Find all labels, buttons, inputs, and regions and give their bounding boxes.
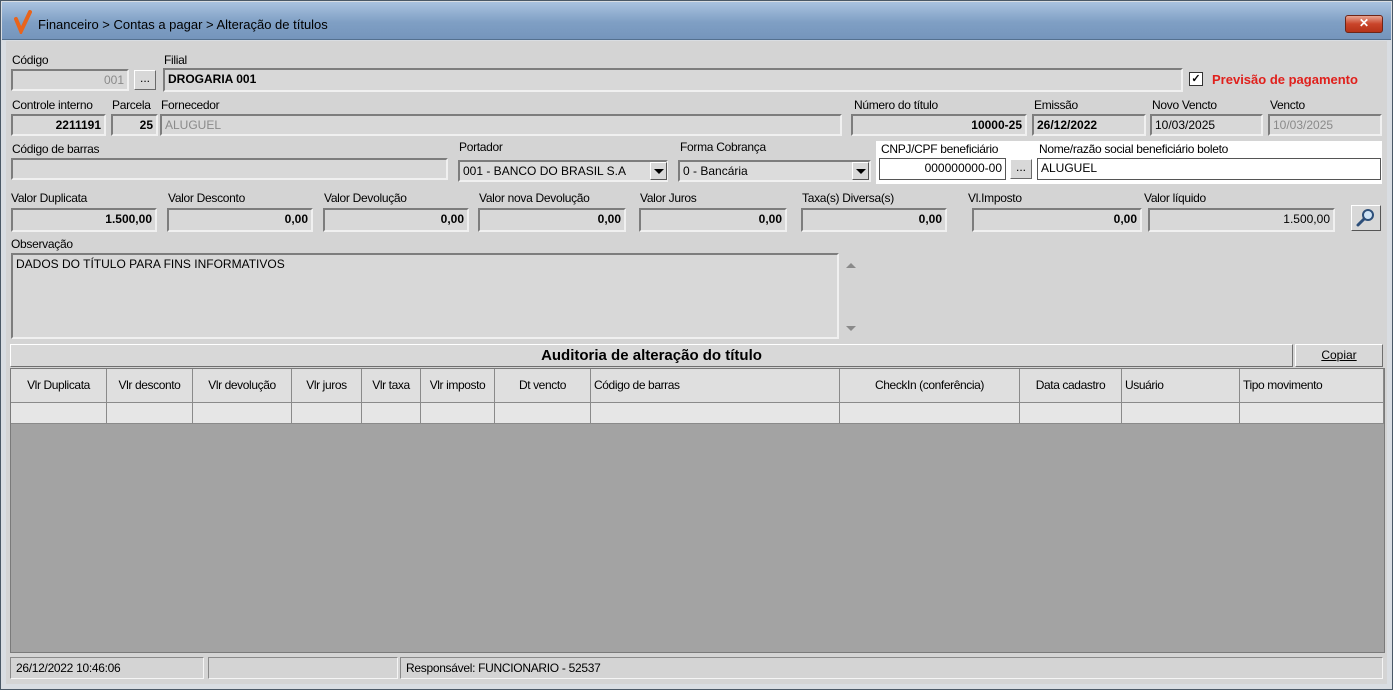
forma-cobranca-dropdown-icon[interactable] bbox=[852, 162, 869, 180]
cnpj-lookup-button[interactable]: ... bbox=[1010, 159, 1032, 179]
table-cell[interactable] bbox=[292, 403, 362, 424]
codigo-lookup-button[interactable]: ... bbox=[134, 70, 156, 90]
cnpj-field[interactable]: 000000000-00 bbox=[879, 158, 1006, 180]
previsao-checkbox[interactable]: ✓ bbox=[1189, 72, 1203, 86]
table-cell[interactable] bbox=[1240, 403, 1384, 424]
table-cell[interactable] bbox=[193, 403, 292, 424]
window-title: Financeiro > Contas a pagar > Alteração … bbox=[38, 17, 328, 32]
valor-nova-devolucao-field[interactable]: 0,00 bbox=[478, 208, 626, 232]
numero-titulo-label: Número do título bbox=[854, 98, 938, 112]
col-header-vlr-imposto[interactable]: Vlr imposto bbox=[421, 369, 495, 403]
controle-interno-label: Controle interno bbox=[12, 98, 93, 112]
parcela-label: Parcela bbox=[112, 98, 151, 112]
valor-duplicata-field[interactable]: 1.500,00 bbox=[11, 208, 157, 232]
table-row[interactable] bbox=[11, 403, 1384, 424]
codigo-barras-field[interactable] bbox=[11, 158, 448, 180]
table-cell[interactable] bbox=[1020, 403, 1122, 424]
portador-label: Portador bbox=[459, 140, 503, 154]
vl-imposto-field[interactable]: 0,00 bbox=[972, 208, 1142, 232]
valor-liquido-field[interactable]: 1.500,00 bbox=[1148, 208, 1335, 232]
beneficiario-panel: CNPJ/CPF beneficiário 000000000-00 ... N… bbox=[876, 141, 1382, 184]
taxas-field[interactable]: 0,00 bbox=[801, 208, 947, 232]
status-responsavel: Responsável: FUNCIONARIO - 52537 bbox=[400, 657, 1383, 679]
valor-duplicata-label: Valor Duplicata bbox=[11, 191, 87, 205]
table-cell[interactable] bbox=[840, 403, 1020, 424]
valor-desconto-label: Valor Desconto bbox=[168, 191, 245, 205]
parcela-field[interactable]: 25 bbox=[111, 114, 158, 136]
status-datetime: 26/12/2022 10:46:06 bbox=[10, 657, 204, 679]
col-header-usuario[interactable]: Usuário bbox=[1122, 369, 1240, 403]
filial-label: Filial bbox=[164, 53, 187, 67]
valor-juros-label: Valor Juros bbox=[640, 191, 697, 205]
valor-nova-devolucao-label: Valor nova Devolução bbox=[479, 191, 590, 205]
col-header-vlr-taxa[interactable]: Vlr taxa bbox=[362, 369, 421, 403]
fornecedor-field[interactable]: ALUGUEL bbox=[160, 114, 842, 136]
cnpj-label: CNPJ/CPF beneficiário bbox=[881, 142, 999, 156]
col-header-tipo-movimento[interactable]: Tipo movimento bbox=[1240, 369, 1384, 403]
audit-title: Auditoria de alteração do título bbox=[10, 344, 1293, 367]
table-cell[interactable] bbox=[362, 403, 421, 424]
novo-vencto-field[interactable]: 10/03/2025 bbox=[1150, 114, 1263, 136]
codigo-barras-label: Código de barras bbox=[12, 142, 100, 156]
title-bar[interactable]: Financeiro > Contas a pagar > Alteração … bbox=[2, 2, 1391, 40]
valor-devolucao-label: Valor Devolução bbox=[324, 191, 407, 205]
valor-devolucao-field[interactable]: 0,00 bbox=[323, 208, 469, 232]
table-cell[interactable] bbox=[11, 403, 107, 424]
table-cell[interactable] bbox=[591, 403, 840, 424]
controle-interno-field[interactable]: 2211191 bbox=[11, 114, 106, 136]
col-header-codigo-barras[interactable]: Código de barras bbox=[591, 369, 840, 403]
form-client-area: Código 001 ... Filial DROGARIA 001 ✓ Pre… bbox=[6, 41, 1387, 684]
app-window: Financeiro > Contas a pagar > Alteração … bbox=[0, 0, 1393, 690]
fornecedor-label: Fornecedor bbox=[161, 98, 220, 112]
status-bar: 26/12/2022 10:46:06 Responsável: FUNCION… bbox=[6, 655, 1387, 681]
emissao-label: Emissão bbox=[1034, 98, 1078, 112]
grid-header: Vlr Duplicata Vlr desconto Vlr devolução… bbox=[11, 369, 1384, 403]
col-header-vlr-devolucao[interactable]: Vlr devolução bbox=[193, 369, 292, 403]
app-logo-icon bbox=[14, 10, 32, 34]
vencto-label: Vencto bbox=[1270, 98, 1305, 112]
forma-cobranca-label: Forma Cobrança bbox=[680, 140, 766, 154]
col-header-vlr-duplicata[interactable]: Vlr Duplicata bbox=[11, 369, 107, 403]
search-button[interactable] bbox=[1351, 205, 1381, 231]
col-header-vlr-desconto[interactable]: Vlr desconto bbox=[107, 369, 193, 403]
taxas-label: Taxa(s) Diversa(s) bbox=[802, 191, 894, 205]
observacao-label: Observação bbox=[11, 237, 73, 251]
scroll-up-icon[interactable] bbox=[846, 263, 856, 268]
valor-liquido-label: Valor líquido bbox=[1144, 191, 1206, 205]
filial-field[interactable]: DROGARIA 001 bbox=[163, 68, 1183, 92]
previsao-label[interactable]: Previsão de pagamento bbox=[1212, 72, 1358, 87]
portador-value: 001 - BANCO DO BRASIL S.A bbox=[463, 164, 626, 178]
col-header-checkin[interactable]: CheckIn (conferência) bbox=[840, 369, 1020, 403]
col-header-vlr-juros[interactable]: Vlr juros bbox=[292, 369, 362, 403]
observacao-textarea[interactable]: DADOS DO TÍTULO PARA FINS INFORMATIVOS bbox=[11, 253, 839, 339]
novo-vencto-label: Novo Vencto bbox=[1152, 98, 1217, 112]
forma-cobranca-select[interactable]: 0 - Bancária bbox=[678, 160, 871, 182]
table-cell[interactable] bbox=[495, 403, 591, 424]
codigo-label: Código bbox=[12, 53, 49, 67]
valor-desconto-field[interactable]: 0,00 bbox=[167, 208, 313, 232]
table-cell[interactable] bbox=[1122, 403, 1240, 424]
portador-select[interactable]: 001 - BANCO DO BRASIL S.A bbox=[458, 160, 668, 182]
nome-beneficiario-field[interactable]: ALUGUEL bbox=[1037, 158, 1381, 180]
vencto-field[interactable]: 10/03/2025 bbox=[1268, 114, 1382, 136]
vl-imposto-label: Vl.Imposto bbox=[968, 191, 1022, 205]
forma-cobranca-value: 0 - Bancária bbox=[683, 164, 748, 178]
valor-juros-field[interactable]: 0,00 bbox=[639, 208, 787, 232]
table-cell[interactable] bbox=[107, 403, 193, 424]
col-header-dt-vencto[interactable]: Dt vencto bbox=[495, 369, 591, 403]
portador-dropdown-icon[interactable] bbox=[650, 162, 667, 180]
close-button[interactable]: ✕ bbox=[1345, 15, 1383, 33]
audit-grid[interactable]: Vlr Duplicata Vlr desconto Vlr devolução… bbox=[10, 368, 1385, 653]
nome-beneficiario-label: Nome/razão social beneficiário boleto bbox=[1039, 142, 1229, 156]
numero-titulo-field[interactable]: 10000-25 bbox=[851, 114, 1027, 136]
magnifier-icon bbox=[1356, 209, 1374, 227]
codigo-field[interactable]: 001 bbox=[11, 69, 129, 91]
col-header-data-cadastro[interactable]: Data cadastro bbox=[1020, 369, 1122, 403]
status-middle bbox=[208, 657, 398, 679]
table-cell[interactable] bbox=[421, 403, 495, 424]
scroll-down-icon[interactable] bbox=[846, 326, 856, 331]
emissao-field[interactable]: 26/12/2022 bbox=[1032, 114, 1146, 136]
copy-button[interactable]: Copiar bbox=[1295, 344, 1383, 367]
